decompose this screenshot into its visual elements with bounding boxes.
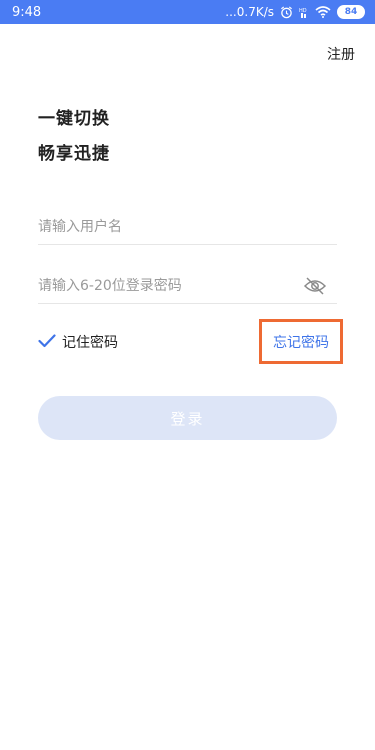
status-bar: 9:48 ...0.7K/s HD 84: [0, 0, 375, 24]
username-field-container: [38, 210, 337, 245]
slogan-line-2: 畅享迅捷: [38, 144, 110, 164]
status-icons: ...0.7K/s HD 84: [225, 5, 365, 19]
password-field-container: [38, 269, 337, 304]
login-button-label: 登录: [170, 409, 205, 428]
login-button[interactable]: 登录: [38, 396, 337, 440]
network-speed: ...0.7K/s: [225, 5, 274, 19]
remember-password-label: 记住密码: [62, 335, 118, 351]
password-input[interactable]: [38, 269, 337, 303]
forgot-password-label: 忘记密码: [273, 334, 329, 351]
alarm-icon: [280, 5, 293, 19]
checkmark-icon: [38, 333, 56, 352]
username-input[interactable]: [38, 210, 337, 244]
login-screen: 9:48 ...0.7K/s HD 84 注册 一键切换 畅享迅捷 请输入用户名…: [0, 0, 375, 750]
hd-icon: HD: [299, 6, 309, 19]
battery-icon: 84: [337, 5, 365, 19]
register-link[interactable]: 注册: [327, 44, 355, 64]
forgot-password-link[interactable]: 忘记密码: [259, 319, 343, 364]
wifi-icon: [315, 6, 331, 18]
remember-password-toggle[interactable]: 记住密码: [38, 332, 118, 352]
status-time: 9:48: [12, 4, 42, 20]
eye-slash-icon[interactable]: [303, 276, 327, 296]
slogan-line-1: 一键切换: [38, 109, 110, 129]
